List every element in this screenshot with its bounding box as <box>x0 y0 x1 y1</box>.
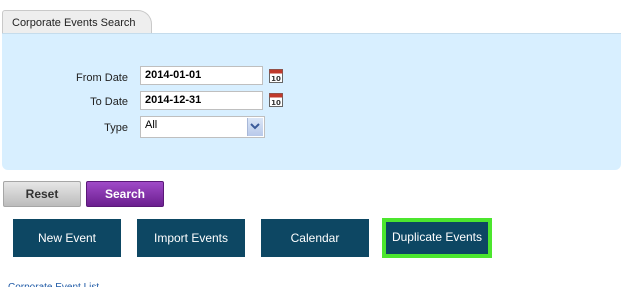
type-label: Type <box>104 122 128 134</box>
corporate-event-list-link[interactable]: Corporate Event List <box>8 279 99 287</box>
duplicate-events-button[interactable]: Duplicate Events <box>382 218 492 258</box>
from-date-field[interactable]: 2014-01-01 <box>140 66 263 85</box>
from-date-label: From Date <box>76 72 128 84</box>
calendar-icon[interactable]: 10 <box>269 68 283 83</box>
to-date-label: To Date <box>90 96 128 108</box>
type-select[interactable]: All <box>140 116 265 138</box>
to-date-field[interactable]: 2014-12-31 <box>140 91 263 110</box>
svg-text:10: 10 <box>271 99 281 107</box>
reset-button[interactable]: Reset <box>3 181 81 207</box>
svg-text:10: 10 <box>271 75 281 83</box>
chevron-down-icon[interactable] <box>247 118 263 136</box>
calendar-icon[interactable]: 10 <box>269 92 283 107</box>
new-event-button[interactable]: New Event <box>13 219 121 257</box>
calendar-button[interactable]: Calendar <box>261 219 369 257</box>
import-events-button[interactable]: Import Events <box>137 219 245 257</box>
tab-corporate-events-search[interactable]: Corporate Events Search <box>2 10 152 34</box>
search-button[interactable]: Search <box>86 181 164 207</box>
type-select-value: All <box>145 119 158 131</box>
